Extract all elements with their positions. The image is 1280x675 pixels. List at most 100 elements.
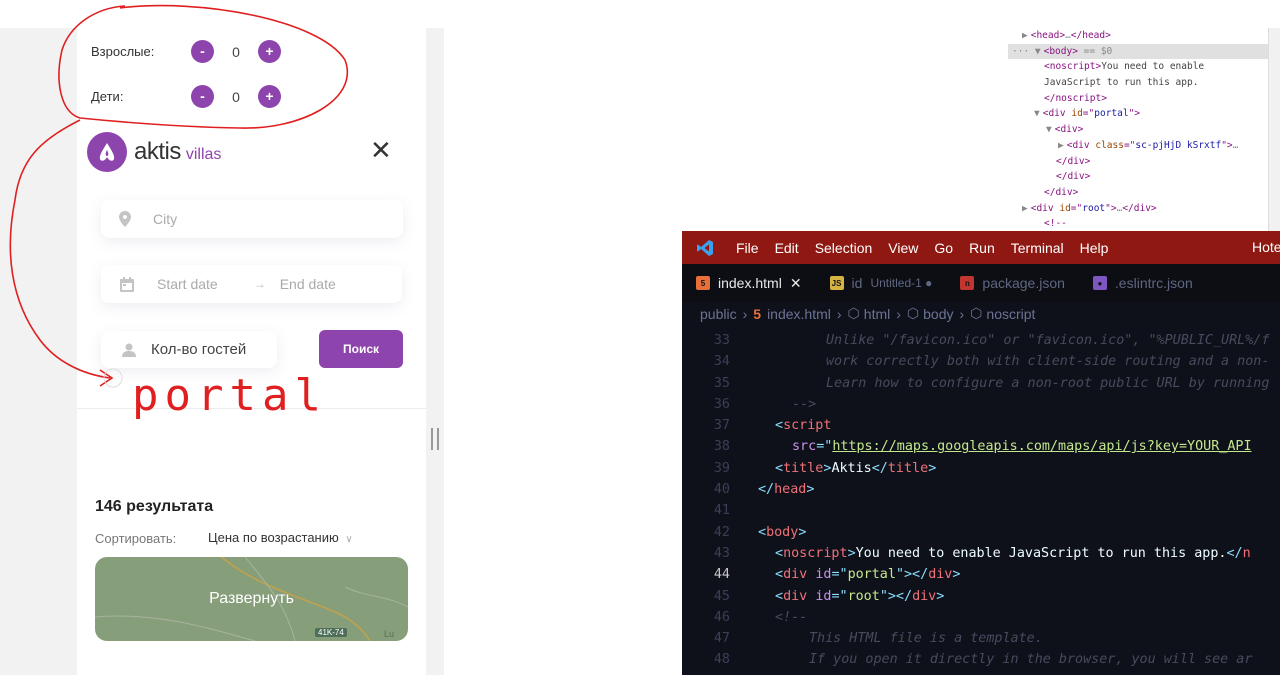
code-editor[interactable]: 33 Unlike "/favicon.ico" or "favicon.ico"… xyxy=(682,325,1280,671)
code-line[interactable]: 43 <noscript>You need to enable JavaScrip… xyxy=(682,543,1280,564)
dom-node-row[interactable]: <!-- xyxy=(1008,216,1268,232)
breadcrumb: public › 5 index.html › ⬡ html › ⬡ body › ⬡ noscript xyxy=(682,302,1280,325)
devtools-scrollbar[interactable] xyxy=(1268,28,1280,233)
code-token: work correctly both with client-side rou… xyxy=(826,354,1270,370)
close-icon[interactable]: ✕ xyxy=(790,275,802,292)
menu-item-view[interactable]: View xyxy=(880,240,926,256)
expand-arrow-icon[interactable]: ▶ xyxy=(1022,203,1028,214)
expand-arrow-icon[interactable]: ▼ xyxy=(1034,108,1040,119)
breadcrumb-item[interactable]: noscript xyxy=(986,306,1035,322)
dom-node-text: <noscript> xyxy=(1044,61,1102,73)
editor-tab[interactable]: JS id Untitled-1 ● xyxy=(816,264,947,302)
resize-handle[interactable] xyxy=(431,428,439,450)
code-line[interactable]: 42 <body> xyxy=(682,522,1280,543)
guests-field[interactable]: Кол-во гостей xyxy=(101,331,277,368)
breadcrumb-item[interactable]: html xyxy=(864,306,890,322)
sort-dropdown[interactable]: Цена по возрастанию ∨ xyxy=(208,530,353,545)
editor-tab[interactable]: n package.json xyxy=(946,264,1079,302)
code-token: div xyxy=(912,588,937,604)
code-line[interactable]: 44 <div id="portal"></div> xyxy=(682,564,1280,585)
code-line[interactable]: 35 Learn how to configure a non-root publ… xyxy=(682,373,1280,394)
editor-tabs: 5 index.html ✕ JS id Untitled-1 ● n package.jso… xyxy=(682,264,1280,302)
adults-row: Взрослые: - 0 + xyxy=(91,40,281,63)
dom-node-text: id xyxy=(1071,108,1083,120)
logo-mark-icon xyxy=(87,132,127,172)
close-icon[interactable]: ✕ xyxy=(370,136,392,164)
dom-node-row[interactable]: ▶ <div class="sc-pjHjD kSrxtf">… xyxy=(1008,138,1268,154)
dom-node-row[interactable]: ▼ <div> xyxy=(1008,122,1268,138)
expand-arrow-icon[interactable]: ▶ xyxy=(1058,140,1064,151)
adults-minus-button[interactable]: - xyxy=(191,40,214,63)
code-line[interactable]: 40 </head> xyxy=(682,479,1280,500)
line-content: src="https://maps.googleapis.com/maps/ap… xyxy=(730,436,1252,457)
breadcrumb-item[interactable]: public xyxy=(700,306,737,322)
code-line[interactable]: 34 work correctly both with client-side r… xyxy=(682,351,1280,372)
code-line[interactable]: 45 <div id="root"></div> xyxy=(682,586,1280,607)
code-line[interactable]: 48 If you open it directly in the browser… xyxy=(682,649,1280,670)
chevron-right-icon: › xyxy=(896,305,901,322)
menu-item-terminal[interactable]: Terminal xyxy=(1003,240,1072,256)
dom-node-row[interactable]: <noscript>You need to enable xyxy=(1008,59,1268,75)
dom-node-text: "> xyxy=(1128,108,1141,120)
children-minus-button[interactable]: - xyxy=(191,85,214,108)
start-date-placeholder[interactable]: Start date xyxy=(157,276,218,292)
dom-node-row[interactable]: JavaScript to run this app. xyxy=(1008,75,1268,91)
adults-plus-button[interactable]: + xyxy=(258,40,281,63)
code-line[interactable]: 41 xyxy=(682,500,1280,521)
line-number: 45 xyxy=(713,588,730,604)
dom-node-row[interactable]: </div> xyxy=(1008,185,1268,201)
logo-name: aktis xyxy=(134,138,181,165)
dom-node-row[interactable]: ▼ <div id="portal"> xyxy=(1008,106,1268,122)
code-token: https://maps.googleapis.com/maps/api/js?… xyxy=(832,439,1252,455)
editor-tab[interactable]: 5 index.html ✕ xyxy=(682,264,816,302)
children-plus-button[interactable]: + xyxy=(258,85,281,108)
breadcrumb-item[interactable]: body xyxy=(923,306,953,322)
symbol-icon: ⬡ xyxy=(847,305,860,321)
menu-item-go[interactable]: Go xyxy=(926,240,961,256)
menu-item-selection[interactable]: Selection xyxy=(807,240,881,256)
menu-item-file[interactable]: File xyxy=(728,240,767,256)
devtools-elements-panel: ▶ <head>…</head> ··· ▼ <body> == $0 <noscrip… xyxy=(1008,28,1268,233)
menu-item-edit[interactable]: Edit xyxy=(767,240,807,256)
top-strip xyxy=(0,0,1280,28)
code-line[interactable]: 39 <title>Aktis</title> xyxy=(682,458,1280,479)
tab-description: Untitled-1 ● xyxy=(870,276,933,290)
search-button[interactable]: Поиск xyxy=(319,330,403,368)
end-date-placeholder[interactable]: End date xyxy=(280,276,336,292)
aktis-logo[interactable]: aktis villas xyxy=(87,132,221,172)
dom-node-text: root xyxy=(1082,202,1106,214)
city-field[interactable]: City xyxy=(101,200,403,238)
code-line[interactable]: 47 This HTML file is a template. xyxy=(682,628,1280,649)
dom-node-row[interactable]: </noscript> xyxy=(1008,91,1268,107)
dom-node-row[interactable]: </div> xyxy=(1008,169,1268,185)
expand-arrow-icon[interactable]: ··· ▼ xyxy=(1012,46,1041,57)
code-line[interactable]: 38 src="https://maps.googleapis.com/maps/… xyxy=(682,436,1280,457)
line-number: 47 xyxy=(713,631,730,647)
code-line[interactable]: 46 <!-- xyxy=(682,607,1280,628)
code-token: =" xyxy=(816,439,833,455)
line-content: If you open it directly in the browser, … xyxy=(730,649,1252,670)
dom-node-row[interactable]: ▶ <head>…</head> xyxy=(1008,28,1268,44)
dom-node-row[interactable]: </div> xyxy=(1008,154,1268,170)
code-line[interactable]: 37 <script xyxy=(682,415,1280,436)
expand-map-button[interactable]: Развернуть xyxy=(95,557,408,641)
dom-node-row[interactable]: ··· ▼ <body> == $0 xyxy=(1008,43,1268,60)
code-line[interactable]: 33 Unlike "/favicon.ico" or "favicon.ico"… xyxy=(682,330,1280,351)
dom-node-text: You need to enable xyxy=(1101,61,1205,73)
code-token: title xyxy=(783,460,824,476)
breadcrumb-item[interactable]: index.html xyxy=(767,306,831,322)
code-line[interactable]: 36 --> xyxy=(682,394,1280,415)
dom-node-text: </div> xyxy=(1122,202,1157,214)
expand-arrow-icon[interactable]: ▼ xyxy=(1046,124,1052,135)
menu-item-run[interactable]: Run xyxy=(961,240,1003,256)
map-preview[interactable]: 41K-74 Lu Развернуть xyxy=(95,557,408,641)
date-range-field[interactable]: Start date → End date xyxy=(101,265,402,303)
code-token: n xyxy=(1242,545,1251,561)
expand-arrow-icon[interactable]: ▶ xyxy=(1022,30,1028,41)
dom-node-text: sc-pjHjD kSrxtf xyxy=(1135,139,1222,151)
editor-tab[interactable]: ● .eslintrc.json xyxy=(1079,264,1207,302)
code-token: > xyxy=(928,460,937,476)
dom-node-text: </div> xyxy=(1056,155,1091,167)
menu-item-help[interactable]: Help xyxy=(1072,240,1117,256)
dom-node-row[interactable]: ▶ <div id="root">…</div> xyxy=(1008,201,1268,217)
